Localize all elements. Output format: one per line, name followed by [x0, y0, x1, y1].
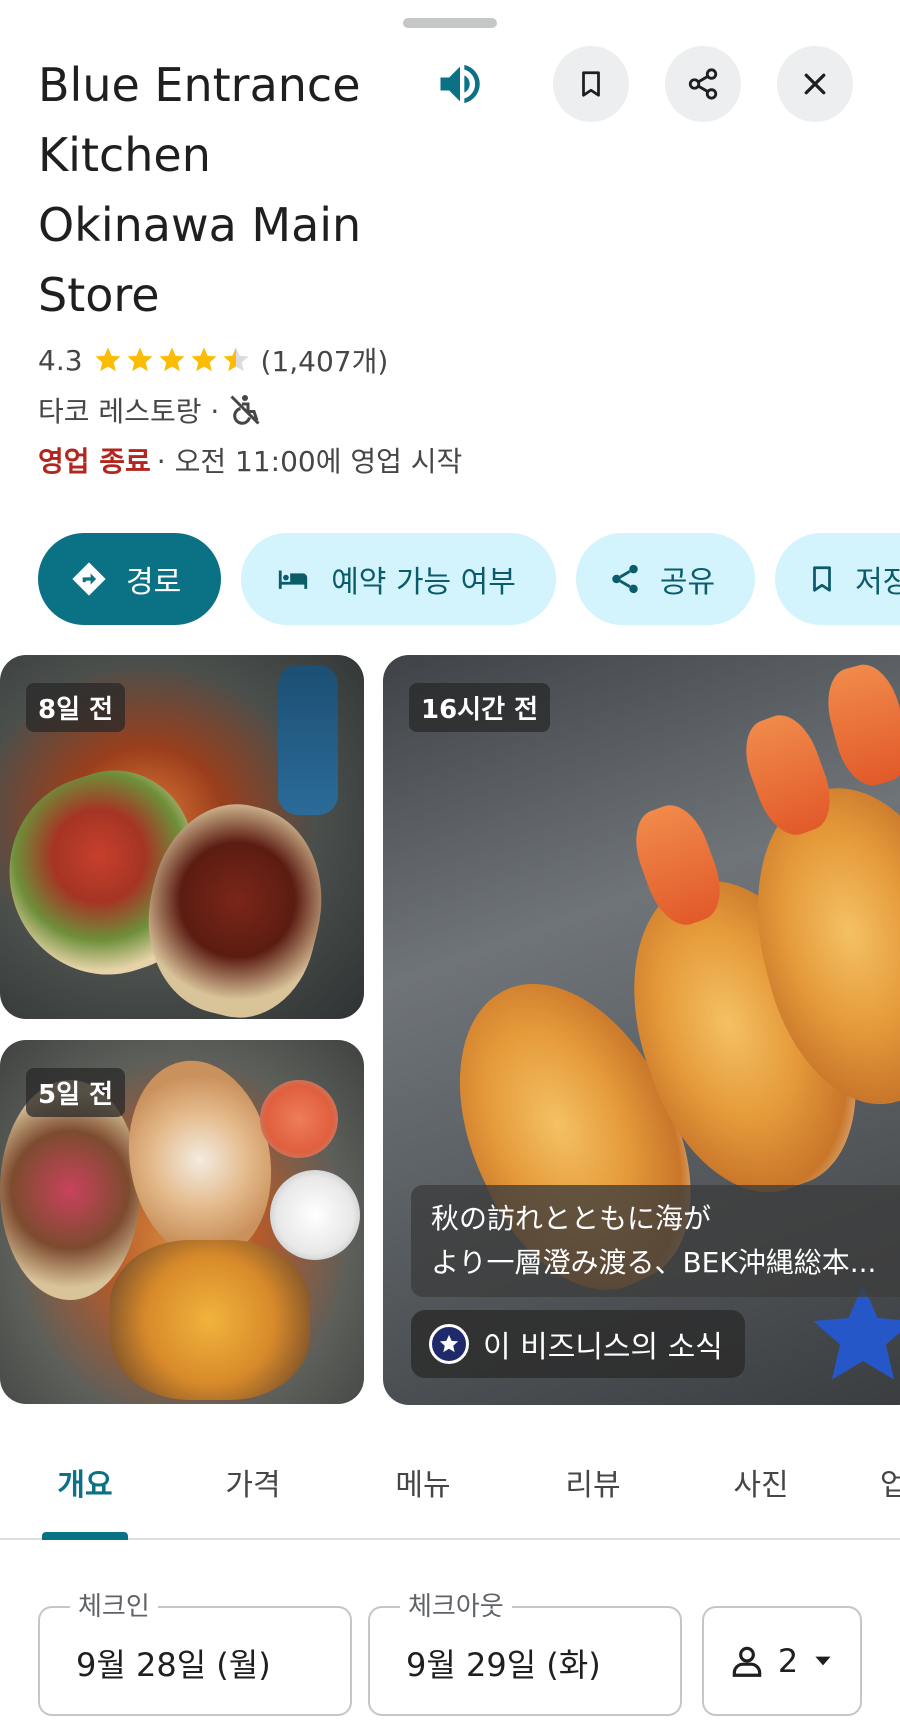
drag-handle[interactable]	[403, 18, 497, 28]
tab-updates[interactable]: 업데이트	[880, 1460, 900, 1504]
guests-selector[interactable]: 2	[702, 1606, 862, 1716]
action-chips: 경로 예약 가능 여부 공유 저장	[38, 533, 900, 625]
bookmark-icon	[813, 566, 831, 592]
tab-photos[interactable]: 사진	[676, 1460, 846, 1504]
bookmark-icon	[582, 71, 600, 97]
business-updates-label: 이 비즈니스의 소식	[483, 1330, 723, 1365]
tab-menu[interactable]: 메뉴	[338, 1460, 508, 1504]
person-icon	[732, 1646, 762, 1677]
shrimp-tail-shape	[818, 657, 900, 793]
taco-shape	[113, 1049, 287, 1271]
checkout-field[interactable]: 체크아웃 9월 29일 (화)	[368, 1586, 682, 1716]
sauce-cup	[260, 1080, 338, 1158]
fries-shape	[110, 1240, 310, 1400]
checkin-value: 9월 28일 (월)	[76, 1646, 271, 1684]
place-sheet: Blue Entrance Kitchen Okinawa Main Store…	[0, 0, 900, 1734]
guest-count: 2	[777, 1642, 799, 1680]
photo-age-badge: 5일 전	[26, 1068, 125, 1117]
checkout-label: 체크아웃	[400, 1586, 512, 1623]
opening-time: · 오전 11:00에 영업 시작	[156, 445, 463, 478]
save-chip[interactable]: 저장	[775, 533, 900, 625]
review-count: (1,407개)	[260, 345, 389, 378]
place-title: Blue Entrance Kitchen Okinawa Main Store	[38, 58, 362, 322]
share-icon	[688, 68, 718, 100]
tab-overview[interactable]: 개요	[0, 1460, 170, 1504]
photo-fried-shrimp[interactable]: 16시간 전 秋の訪れとともに海が より一層澄み渡る、BEK沖縄総本... 이 …	[383, 655, 900, 1405]
business-logo-icon	[429, 1324, 469, 1364]
directions-button[interactable]: 경로	[38, 533, 222, 625]
business-updates-chip[interactable]: 이 비즈니스의 소식	[411, 1310, 745, 1378]
tab-bar: 개요 가격 메뉴 리뷰 사진 업데이트	[0, 1440, 900, 1540]
post-caption: 秋の訪れとともに海が より一層澄み渡る、BEK沖縄総本...	[411, 1185, 900, 1297]
open-status: 영업 종료	[38, 445, 151, 478]
share-button[interactable]	[665, 46, 741, 122]
dropdown-arrow-icon	[815, 1656, 831, 1666]
bottle-shape	[278, 665, 338, 815]
rating-value: 4.3	[38, 343, 83, 377]
caption-line: 秋の訪れとともに海が	[431, 1202, 712, 1235]
checkout-value: 9월 29일 (화)	[406, 1646, 601, 1684]
category-label: 타코 레스토랑 ·	[38, 395, 220, 428]
photo-tacos-2[interactable]: 5일 전	[0, 1040, 364, 1404]
close-icon	[804, 73, 826, 95]
star-icon	[159, 347, 185, 372]
checkin-label: 체크인	[70, 1586, 158, 1623]
photo-age-badge: 8일 전	[26, 683, 125, 732]
share-label: 공유	[659, 565, 716, 600]
half-star-icon	[223, 347, 249, 372]
availability-label: 예약 가능 여부	[331, 565, 516, 600]
active-tab-indicator	[42, 1532, 128, 1540]
save-label: 저장	[855, 565, 900, 600]
save-button[interactable]	[553, 46, 629, 122]
bed-icon	[279, 570, 308, 589]
photo-age-badge: 16시간 전	[409, 683, 550, 732]
star-icon	[127, 347, 153, 372]
no-wheelchair-icon	[230, 395, 260, 425]
hours-row[interactable]: 영업 종료 · 오전 11:00에 영업 시작	[38, 438, 462, 482]
checkin-field[interactable]: 체크인 9월 28일 (월)	[38, 1586, 352, 1716]
star-icon	[95, 347, 121, 372]
rating-stars	[93, 345, 253, 375]
share-chip[interactable]: 공유	[575, 533, 756, 625]
star-icon	[191, 347, 217, 372]
tab-prices[interactable]: 가격	[168, 1460, 338, 1504]
close-button[interactable]	[777, 46, 853, 122]
directions-label: 경로	[126, 565, 182, 600]
share-icon	[612, 564, 638, 594]
photo-tacos-1[interactable]: 8일 전	[0, 655, 364, 1019]
tab-reviews[interactable]: 리뷰	[508, 1460, 678, 1504]
caption-line: より一層澄み渡る、BEK沖縄総本...	[431, 1246, 877, 1279]
availability-button[interactable]: 예약 가능 여부	[241, 533, 556, 625]
volume-icon[interactable]	[434, 58, 486, 110]
directions-icon	[72, 562, 106, 596]
sauce-cup	[270, 1170, 360, 1260]
rating-row[interactable]: 4.3 (1,407개)	[38, 340, 388, 380]
category-row: 타코 레스토랑 ·	[38, 388, 263, 432]
